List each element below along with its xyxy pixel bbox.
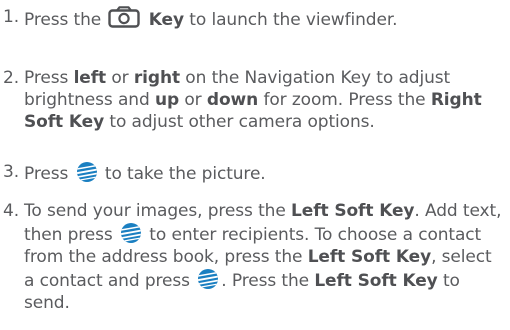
step-text: Press left or right on the Navigation Ke… [24, 68, 482, 132]
step-1: 1. Press the Key to launch the viewfinde… [0, 6, 505, 31]
att-globe-icon [76, 162, 97, 182]
instruction-steps: 1. Press the Key to launch the viewfinde… [0, 0, 510, 330]
camera-key-icon [108, 6, 141, 28]
step-text: Press to take the picture. [24, 161, 505, 185]
step-number: 1. [3, 7, 20, 27]
step-text: To send your images, press the Left Soft… [24, 201, 502, 313]
step-4: 4. To send your images, press the Left S… [0, 200, 505, 314]
step-2: 2. Press left or right on the Navigation… [0, 67, 505, 133]
step-text: Press the Key to launch the viewfinder. [24, 6, 505, 31]
step-number: 4. [3, 201, 20, 221]
step-number: 2. [3, 68, 20, 88]
step-3: 3. Press to take the picture. [0, 161, 505, 185]
att-globe-icon [120, 223, 141, 243]
step-number: 3. [3, 162, 20, 182]
att-globe-icon [198, 269, 219, 289]
key-label: Key [148, 10, 184, 30]
